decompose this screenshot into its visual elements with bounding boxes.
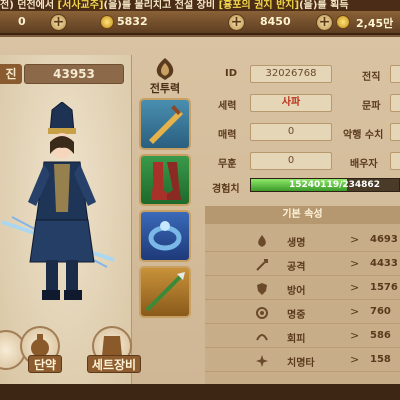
merit-value: 0 — [250, 152, 332, 170]
character-avatar — [2, 102, 115, 300]
currency-2-add-button[interactable]: + — [228, 14, 245, 31]
currency-bar: 0 + 5832 + 8450 + 2,45만 — [0, 11, 400, 35]
stat-value: 586 — [370, 330, 391, 341]
equip-slot-weapon[interactable] — [139, 98, 191, 150]
stat-value: 1576 — [370, 282, 398, 293]
sect-value — [390, 94, 400, 112]
elixir-label: 단약 — [28, 355, 62, 373]
arrow-icon: > — [350, 305, 360, 318]
ticker-text-3: (을)를 획득 — [299, 0, 349, 11]
faction-label: 세력 — [218, 101, 237, 112]
stat-name: 회피 — [287, 334, 306, 345]
exp-label: 경험치 — [212, 184, 240, 195]
sect-label: 문파 — [362, 101, 381, 112]
ticker-text-2: (을)를 물리치고 전설 장비 — [103, 0, 219, 11]
stat-value: 760 — [370, 306, 391, 317]
stat-row-defense: 방어 > 1576 — [205, 278, 400, 300]
evasion-icon — [256, 334, 268, 341]
stat-row-critical: 치명타 > 158 — [205, 350, 400, 372]
currency-1-value: 0 — [18, 15, 26, 28]
charm-label: 매력 — [218, 130, 237, 141]
stat-value: 4433 — [370, 258, 398, 269]
spouse-label: 배우자 — [350, 159, 378, 170]
currency-1-add-button[interactable]: + — [50, 14, 67, 31]
exp-value: 15240119/234862 — [289, 180, 380, 190]
stat-name: 공격 — [287, 262, 306, 273]
equip-slot-ring[interactable] — [139, 210, 191, 262]
ticker-item-name: [흉포의 권지 반지] — [218, 0, 300, 11]
evil-deed-label: 악행 수치 — [343, 130, 384, 141]
power-value: 43953 — [24, 64, 124, 84]
equip-slot-boots[interactable] — [139, 154, 191, 206]
job-value — [390, 65, 400, 83]
stat-value: 4693 — [370, 234, 398, 245]
ticker-text-1: 전) 던전에서 — [0, 0, 58, 11]
currency-3-value: 8450 — [260, 15, 291, 28]
accuracy-icon — [256, 307, 268, 319]
coin-icon — [100, 15, 114, 29]
currency-4-value: 2,45만 — [356, 17, 394, 30]
combat-power-title: 전투력 — [149, 82, 181, 95]
currency-3-add-button[interactable]: + — [316, 14, 333, 31]
arrow-icon: > — [350, 257, 360, 270]
stat-name: 생명 — [287, 238, 306, 249]
stat-row-evasion: 회피 > 586 — [205, 326, 400, 348]
weapon-icon — [149, 105, 183, 144]
arrow-icon: > — [350, 281, 360, 294]
bottom-tab-strip — [0, 384, 400, 400]
stat-row-attack: 공격 > 4433 — [205, 254, 400, 276]
job-label: 전직 — [362, 72, 381, 83]
power-label: 진 — [0, 64, 22, 84]
hp-icon — [258, 235, 266, 247]
defense-icon — [257, 283, 267, 295]
stat-row-accuracy: 명중 > 760 — [205, 302, 400, 324]
system-announcement-ticker: 전) 던전에서 [서사교주](을)를 물리치고 전설 장비 [흉포의 권지 반지… — [0, 0, 400, 11]
id-value: 32026768 — [250, 65, 332, 83]
attack-icon — [256, 259, 268, 271]
stat-name: 명중 — [287, 310, 306, 321]
arrow-icon: > — [350, 329, 360, 342]
merit-label: 무훈 — [218, 159, 237, 170]
ticker-boss-name: [서사교주] — [57, 0, 104, 11]
gold-coin-icon — [336, 15, 350, 29]
stat-name: 방어 — [287, 286, 306, 297]
spouse-value — [390, 152, 400, 170]
basic-stats-panel: 기본 속성 생명 > 4693 공격 > 4433 방어 > 1576 명중 >… — [205, 206, 400, 384]
arrow-icon: > — [350, 353, 360, 366]
id-label: ID — [225, 68, 238, 79]
currency-2-value: 5832 — [117, 15, 148, 28]
arrow-icon: > — [350, 233, 360, 246]
evil-deed-value — [390, 123, 400, 141]
stat-value: 158 — [370, 354, 391, 365]
faction-value: 사파 — [250, 94, 332, 112]
combat-power-row: 진 43953 — [0, 62, 130, 86]
set-equipment-label: 세트장비 — [87, 355, 141, 373]
charm-value: 0 — [250, 123, 332, 141]
basic-stats-header: 기본 속성 — [205, 206, 400, 224]
stat-row-hp: 생명 > 4693 — [205, 230, 400, 252]
combat-power-emblem-icon — [156, 58, 174, 80]
spear-icon — [145, 272, 185, 312]
stat-name: 치명타 — [287, 358, 315, 369]
equip-slot-spear[interactable] — [139, 266, 191, 318]
exp-bar: 15240119/234862 — [250, 178, 400, 192]
ring-icon — [148, 221, 182, 251]
boots-icon — [151, 162, 181, 200]
critical-icon — [256, 355, 268, 367]
